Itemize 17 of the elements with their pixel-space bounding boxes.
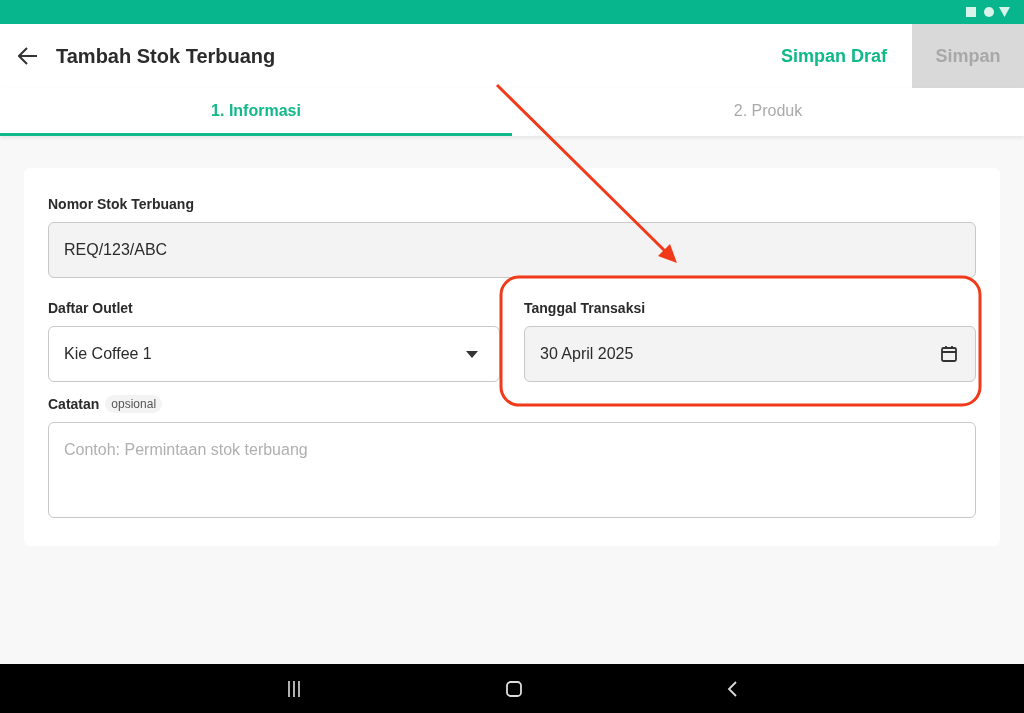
optional-badge: opsional — [105, 395, 163, 413]
dropdown-field[interactable]: Kie Coffee 1 — [48, 326, 500, 382]
notes-field[interactable]: Contoh: Permintaan stok terbuang — [48, 422, 976, 518]
recent-apps-icon[interactable] — [287, 680, 301, 697]
field-label: Nomor Stok Terbuang — [48, 196, 194, 212]
home-icon[interactable] — [506, 680, 522, 697]
page-title: Tambah Stok Terbuang — [56, 44, 277, 68]
field-label: Daftar Outlet — [48, 300, 133, 316]
back-icon[interactable] — [727, 680, 737, 697]
save-draft-button[interactable]: Simpan Draf — [755, 24, 912, 88]
step-tab[interactable]: 1. Informasi — [0, 88, 512, 136]
step-tab[interactable]: 2. Produk — [512, 88, 1024, 136]
field-label: Catatan — [48, 396, 100, 412]
field-label: Tanggal Transaksi — [524, 300, 646, 316]
calendar-icon — [941, 346, 957, 362]
back-arrow-icon[interactable] — [18, 47, 38, 65]
dropdown-caret-icon — [466, 350, 478, 358]
